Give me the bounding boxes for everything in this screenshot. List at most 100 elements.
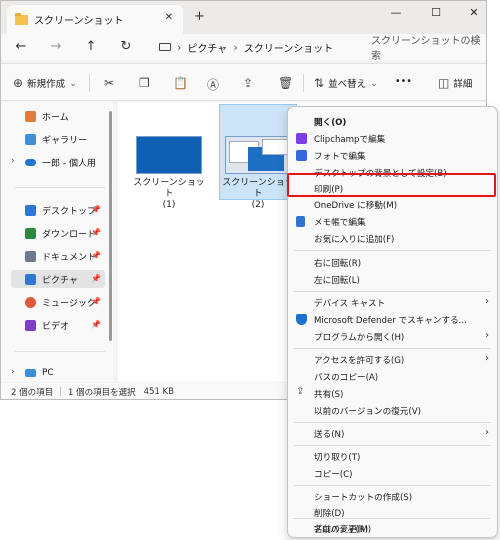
menu-item-copy[interactable]: コピー(C) [290,465,495,482]
download-icon [25,227,36,239]
chevron-right-icon[interactable]: › [11,156,15,166]
sidebar-item-label: ダウンロード [42,229,97,240]
clipchamp-icon [296,133,307,144]
menu-item-clipchamp[interactable]: Clipchampで編集 [290,130,495,147]
minimize-button[interactable]: — [385,6,407,26]
new-tab-button[interactable]: + [194,9,205,24]
menu-item-create-shortcut[interactable]: ショートカットの作成(S) [290,488,495,505]
cut-button[interactable]: ✂ [104,76,118,90]
command-bar: ⊕ 新規作成 ⌄ ✂ ❐ 📋 Ⓐ ⇪ 🗑 ⇅ 並べ替え ⌄ ••• ◫ 詳細 [1,63,486,101]
menu-item-give-access[interactable]: アクセスを許可する(G) › [290,351,495,368]
copy-button[interactable]: ❐ [139,76,154,90]
sidebar-item-onedrive[interactable]: › 一郎 - 個人用 [11,153,105,171]
menu-item-cut[interactable]: 切り取り(T) [290,448,495,465]
rename-icon: Ⓐ [207,78,220,92]
folder-icon [15,12,28,25]
details-pane-icon: ◫ [438,76,450,90]
video-icon [25,319,36,331]
onedrive-icon [25,158,36,166]
close-button[interactable]: ✕ [463,6,485,26]
menu-item-open-with[interactable]: プログラムから開く(H) › [290,328,495,345]
sidebar-item-pc[interactable]: › PC [11,364,105,382]
menu-item-label: 切り取り(T) [314,452,361,463]
menu-item-label: 送る(N) [314,429,345,440]
menu-item-label: コピー(C) [314,469,353,480]
menu-item-photos-edit[interactable]: フォトで編集 [290,147,495,164]
menu-item-notepad-edit[interactable]: メモ帳で編集 [290,213,495,230]
navigation-pane: ホーム ギャラリー › 一郎 - 個人用 デスクトップ 📌 ダウンロード 📌 ド… [1,102,113,382]
scissors-icon: ✂ [104,76,115,90]
tab-close-icon[interactable]: ✕ [165,12,173,23]
paste-button[interactable]: 📋 [173,76,192,90]
search-input[interactable]: スクリーンショットの検索 [357,36,483,62]
file-name: スクリーンショット [133,178,205,199]
navigation-scrollbar[interactable] [109,111,112,341]
menu-item-label: お気に入りに追加(F) [314,234,395,245]
menu-item-restore-versions[interactable]: 以前のバージョンの復元(V) [290,402,495,419]
pin-icon: 📌 [91,320,101,329]
breadcrumb-pictures[interactable]: ピクチャ [187,40,227,55]
menu-item-label: アクセスを許可する(G) [314,355,405,366]
sidebar-item-label: ギャラリー [42,135,88,146]
sidebar-item-downloads[interactable]: ダウンロード 📌 [11,224,105,242]
delete-button[interactable]: 🗑 [278,76,297,90]
file-name-suffix: (2) [251,200,265,210]
sidebar-item-music[interactable]: ミュージック 📌 [11,293,105,311]
menu-item-send-to[interactable]: 送る(N) › [290,425,495,442]
menu-item-copy-path[interactable]: パスのコピー(A) [290,368,495,385]
sidebar-item-gallery[interactable]: ギャラリー [11,130,105,148]
refresh-button[interactable]: ↻ [118,39,134,54]
back-button[interactable]: ← [13,39,29,54]
menu-item-properties[interactable]: プロパティ(R) [289,520,494,537]
breadcrumb-separator: › [233,40,238,54]
menu-item-label: 開く(O) [314,117,347,128]
breadcrumb-screenshots[interactable]: スクリーンショット [244,40,334,55]
pictures-icon [25,273,36,285]
shield-icon [296,314,307,325]
sidebar-item-videos[interactable]: ビデオ 📌 [11,316,105,334]
up-button[interactable]: ↑ [83,39,99,54]
tab-screenshots[interactable]: スクリーンショット ✕ [7,5,183,34]
menu-item-move-onedrive[interactable]: OneDrive に移動(M) [290,196,495,213]
menu-item-label: プログラムから開く(H) [314,332,405,343]
file-item[interactable]: スクリーンショット (1) [130,132,208,211]
menu-divider [293,518,490,519]
new-button[interactable]: ⊕ 新規作成 ⌄ [13,76,77,90]
sidebar-item-label: ホーム [42,112,69,123]
menu-item-rotate-right[interactable]: 右に回転(R) [290,254,495,271]
menu-item-rotate-left[interactable]: 左に回転(L) [290,271,495,288]
home-icon [25,110,36,122]
details-button[interactable]: ◫ 詳細 [438,76,472,90]
chevron-right-icon: › [485,296,489,307]
sidebar-item-documents[interactable]: ドキュメント 📌 [11,247,105,265]
context-menu: 開く(O) Clipchampで編集 フォトで編集 デスクトップの背景として設定… [287,106,498,538]
chevron-right-icon[interactable]: › [11,367,15,377]
menu-item-share[interactable]: ⇪ 共有(S) [290,385,495,402]
sort-label: 並べ替え [328,79,367,90]
sidebar-item-home[interactable]: ホーム [11,107,105,125]
sort-button[interactable]: ⇅ 並べ替え ⌄ [314,76,378,90]
maximize-button[interactable]: ☐ [425,6,447,26]
menu-item-defender-scan[interactable]: Microsoft Defender でスキャンする... [290,311,495,328]
divider [89,74,90,92]
sidebar-item-label: PC [42,368,54,378]
menu-item-label: 左に回転(L) [314,275,360,286]
pin-icon: 📌 [91,297,101,306]
menu-item-label: ショートカットの作成(S) [314,492,413,503]
photos-icon [296,150,307,161]
sidebar-item-desktop[interactable]: デスクトップ 📌 [11,201,105,219]
print-highlight-box [287,173,496,197]
menu-item-label: デバイス キャスト [314,298,386,309]
more-options-button[interactable]: ••• [395,76,412,87]
menu-item-add-favorite[interactable]: お気に入りに追加(F) [290,230,495,247]
address-bar[interactable]: › ピクチャ › スクリーンショット [153,36,351,58]
sidebar-item-pictures[interactable]: ピクチャ 📌 [11,270,105,288]
menu-item-label: Microsoft Defender でスキャンする... [314,315,467,326]
item-count: 2 個の項目 [11,387,54,398]
menu-item-device-cast[interactable]: デバイス キャスト › [290,294,495,311]
rename-button[interactable]: Ⓐ [207,76,223,93]
forward-button[interactable]: → [48,39,64,54]
share-button[interactable]: ⇪ [243,76,257,90]
file-item-selected[interactable]: スクリーンショット (2) [219,104,297,210]
menu-item-open[interactable]: 開く(O) [290,113,495,130]
